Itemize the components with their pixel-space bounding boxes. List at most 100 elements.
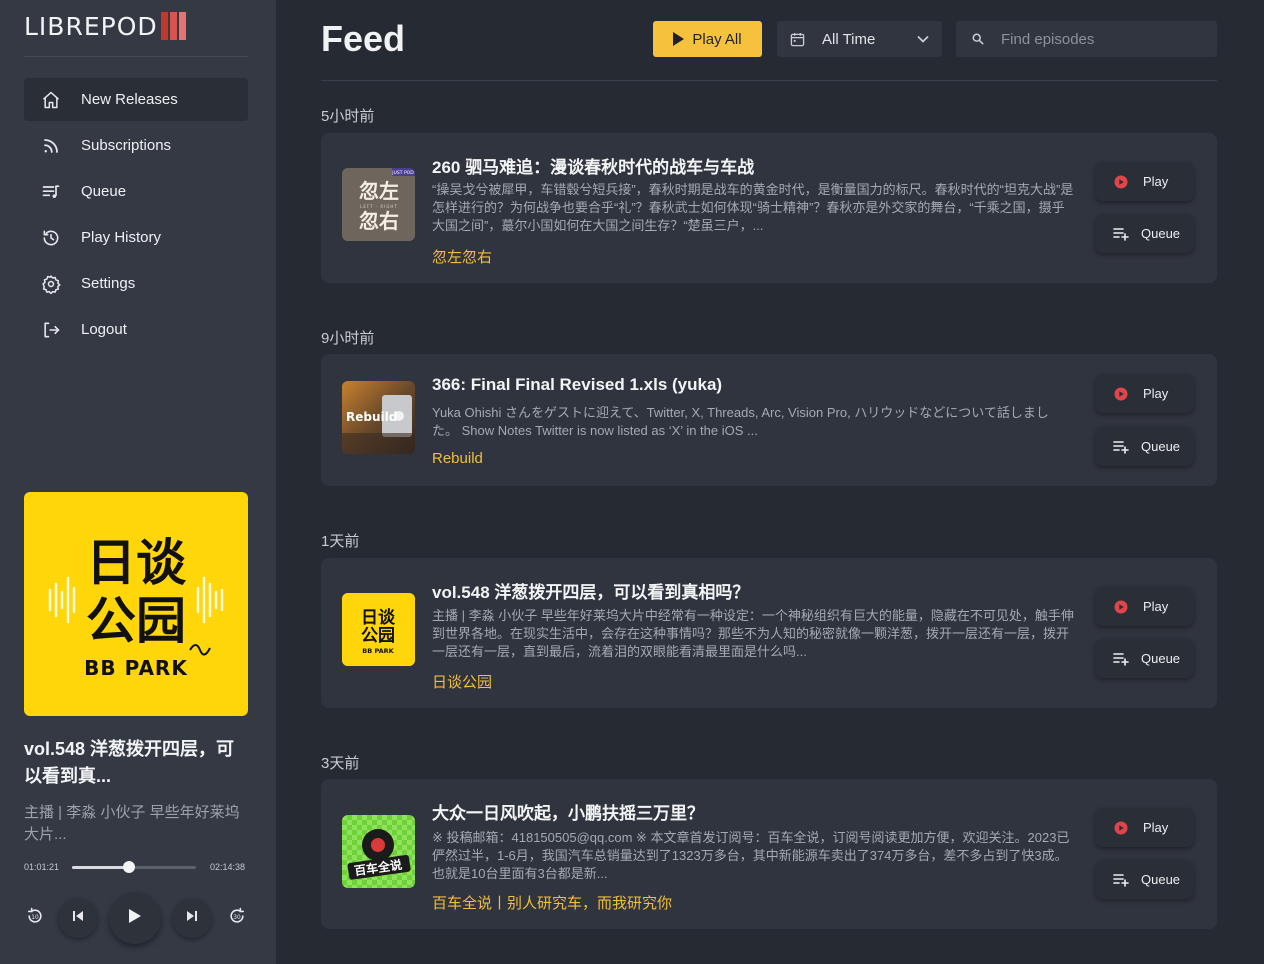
sidebar-item-label: Subscriptions	[81, 137, 172, 154]
sidebar-item-settings[interactable]: Settings	[24, 262, 248, 305]
time-filter-value: All Time	[822, 30, 876, 48]
search-input[interactable]	[1001, 30, 1201, 48]
queue-button[interactable]: Queue	[1095, 214, 1194, 253]
episode-description: ※ 投稿邮箱：418150505@qq.com ※ 本文章首发订阅号：百车全说，…	[432, 830, 1070, 881]
skip-back-button[interactable]: 10	[21, 904, 49, 932]
sidebar-item-subscriptions[interactable]: Subscriptions	[24, 124, 248, 167]
sidebar-item-queue[interactable]: Queue	[24, 170, 248, 213]
home-icon	[40, 89, 62, 111]
sidebar-item-label: Play History	[81, 229, 162, 246]
gear-icon	[40, 273, 62, 295]
play-label: Play	[1143, 386, 1169, 401]
cover-line2: 公园	[86, 592, 186, 650]
sidebar-item-new-releases[interactable]: New Releases	[24, 78, 248, 121]
sidebar-item-label: Queue	[81, 183, 127, 200]
play-button[interactable]: Play	[1095, 808, 1194, 847]
play-button[interactable]: Play	[1095, 162, 1194, 201]
page-title: Feed	[321, 18, 406, 59]
svg-text:忽右: 忽右	[359, 209, 399, 233]
logout-icon	[40, 319, 62, 341]
cover-line1: 日谈	[86, 534, 187, 592]
episode-artwork[interactable]: 日谈 公园 BB PARK	[342, 593, 415, 666]
cover-mark-icon	[189, 644, 211, 656]
play-button[interactable]: Play	[1095, 587, 1194, 626]
episode-artwork[interactable]: JUST POD 忽左 LEFT · RIGHT 忽右	[342, 168, 415, 241]
episode-artwork[interactable]: 百车全说	[342, 815, 415, 888]
calendar-icon	[790, 32, 805, 47]
svg-text:公园: 公园	[361, 626, 395, 646]
play-label: Play	[1143, 174, 1169, 189]
episode-title[interactable]: 260 驷马难追：漫谈春秋时代的战车与车战	[432, 153, 754, 178]
next-icon	[186, 909, 198, 927]
queue-button[interactable]: Queue	[1095, 860, 1194, 899]
play-label: Play	[1143, 599, 1169, 614]
sidebar-item-label: New Releases	[81, 91, 178, 108]
progress-slider[interactable]	[72, 861, 196, 873]
progress-thumb[interactable]	[122, 861, 135, 873]
now-playing-title[interactable]: vol.548 洋葱拨开四层，可以看到真...	[24, 736, 248, 790]
search-icon	[972, 33, 984, 45]
svg-text:BB PARK: BB PARK	[362, 647, 394, 655]
sidebar: LIBREPOD New Releases Subscriptions Queu…	[0, 0, 276, 964]
sidebar-item-logout[interactable]: Logout	[24, 308, 248, 351]
episode-artwork[interactable]: Rebuild	[342, 381, 415, 454]
episode-description: Yuka Ohishi さんをゲストに迎えて、Twitter, X, Threa…	[432, 405, 1049, 438]
time-filter-select[interactable]: All Time	[777, 21, 942, 57]
episode-description: 主播 | 李淼 小伙子 早些年好莱坞大片中经常有一种设定：一个神秘组织有巨大的能…	[432, 608, 1074, 659]
search-box	[956, 21, 1217, 57]
play-label: Play	[1143, 820, 1169, 835]
sidebar-item-label: Settings	[81, 275, 136, 292]
podcast-link[interactable]: 日谈公园	[432, 671, 492, 692]
play-circle-icon	[1113, 387, 1129, 401]
now-playing-cover[interactable]: 日谈 公园 BB PARK	[24, 492, 248, 716]
rss-icon	[40, 135, 62, 157]
queue-add-icon	[1113, 873, 1129, 887]
skip-forward-button[interactable]: 30	[223, 904, 251, 932]
play-circle-icon	[1113, 175, 1129, 189]
queue-button[interactable]: Queue	[1095, 639, 1194, 678]
history-icon	[40, 227, 62, 249]
logo-bars-icon	[160, 12, 186, 40]
episode-card: 百车全说 大众一日风吹起，小鹏扶摇三万里？ ※ 投稿邮箱：418150505@q…	[321, 779, 1217, 929]
play-button[interactable]	[109, 892, 161, 944]
play-button[interactable]: Play	[1095, 374, 1194, 413]
chevron-down-icon	[917, 35, 929, 43]
play-icon	[128, 908, 142, 929]
svg-text:30: 30	[233, 914, 241, 920]
svg-text:Rebuild: Rebuild	[346, 410, 397, 424]
group-label: 5小时前	[321, 108, 375, 125]
skip-forward-icon: 30	[227, 906, 247, 931]
svg-text:JUST POD: JUST POD	[391, 170, 414, 176]
app-logo[interactable]: LIBREPOD	[24, 11, 186, 41]
queue-button[interactable]: Queue	[1095, 427, 1194, 466]
episode-title[interactable]: 大众一日风吹起，小鹏扶摇三万里？	[432, 799, 704, 824]
podcast-link[interactable]: Rebuild	[432, 450, 483, 467]
group-label: 3天前	[321, 755, 360, 772]
skip-back-10-icon: 10	[25, 906, 45, 931]
episode-title[interactable]: vol.548 洋葱拨开四层，可以看到真相吗？	[432, 578, 749, 603]
play-all-button[interactable]: Play All	[653, 21, 762, 57]
previous-button[interactable]	[58, 898, 98, 938]
logo-text: LIBREPOD	[24, 11, 158, 41]
play-circle-icon	[1113, 821, 1129, 835]
sidebar-item-label: Logout	[81, 321, 127, 338]
episode-title[interactable]: 366: Final Final Revised 1.xls (yuka)	[432, 375, 722, 395]
podcast-link[interactable]: 百车全说丨别人研究车，而我研究你	[432, 892, 672, 913]
cover-brand: BB PARK	[84, 656, 188, 680]
episode-card: 日谈 公园 BB PARK vol.548 洋葱拨开四层，可以看到真相吗？ 主播…	[321, 558, 1217, 708]
queue-label: Queue	[1141, 439, 1181, 454]
svg-text:忽左: 忽左	[359, 179, 399, 203]
sidebar-item-play-history[interactable]: Play History	[24, 216, 248, 259]
duration-time: 02:14:38	[210, 862, 246, 872]
podcast-link[interactable]: 忽左忽右	[432, 246, 492, 267]
queue-label: Queue	[1141, 651, 1181, 666]
sidebar-nav: New Releases Subscriptions Queue Play Hi…	[24, 78, 248, 354]
next-button[interactable]	[172, 898, 212, 938]
svg-text:日谈: 日谈	[361, 607, 396, 628]
play-all-label: Play All	[692, 30, 742, 48]
play-circle-icon	[1113, 600, 1129, 614]
header-divider	[321, 80, 1217, 81]
queue-list-icon	[40, 181, 62, 203]
now-playing-description: 主播 | 李淼 小伙子 早些年好莱坞大片...	[24, 804, 240, 843]
episode-description: “操吴戈兮被犀甲，车错毂兮短兵接”，春秋时期是战车的黄金时代，是衡量国力的标尺。…	[432, 182, 1074, 233]
